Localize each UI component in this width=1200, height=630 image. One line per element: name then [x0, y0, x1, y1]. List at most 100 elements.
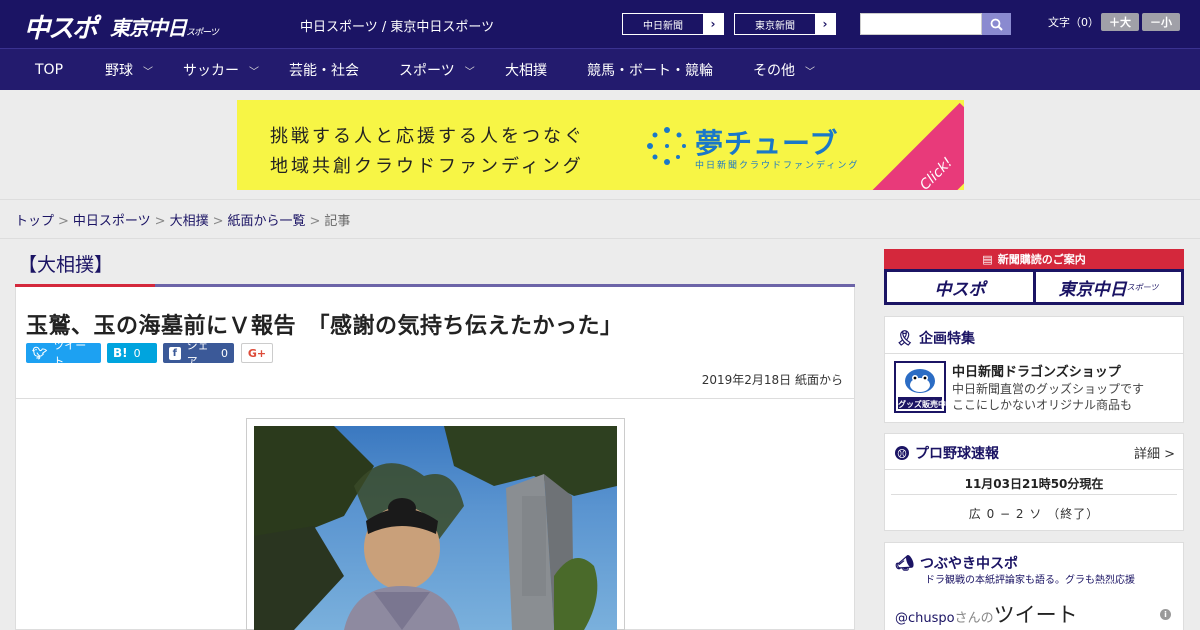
- breadcrumb-sep: >: [212, 214, 224, 229]
- subscribe-tokyo-label: 東京中日: [1058, 279, 1127, 300]
- search-icon: [990, 18, 1003, 31]
- google-plus-button[interactable]: G+: [241, 343, 273, 363]
- shop-desc-line: ここにしかないオリジナル商品も: [952, 398, 1133, 412]
- feature-title-text: 企画特集: [919, 331, 976, 347]
- font-smaller-button[interactable]: －小: [1142, 13, 1180, 31]
- click-ribbon: [867, 102, 964, 190]
- chevron-right-icon: ›: [703, 14, 723, 34]
- banner-line2: 地域共創クラウドファンディング: [270, 156, 584, 177]
- font-size-label: 文字（0）: [1048, 16, 1099, 29]
- hatena-b-icon: B!: [113, 346, 128, 360]
- header-sites-text: 中日スポーツ / 東京中日スポーツ: [300, 20, 495, 35]
- article-divider: [16, 398, 854, 399]
- breadcrumb-sumo[interactable]: 大相撲: [170, 214, 209, 229]
- subscription-title: 新聞購読のご案内: [997, 253, 1086, 266]
- nav-item-baseball[interactable]: 野球 ﹀: [105, 49, 153, 91]
- breadcrumb-divider: [0, 238, 1200, 239]
- google-plus-icon: G+: [247, 346, 267, 360]
- category-underline-accent: [15, 284, 155, 287]
- nav-label: 大相撲: [505, 63, 547, 79]
- chunichi-shimbun-label: 中日新聞: [643, 20, 683, 32]
- facebook-share-button[interactable]: f シェア 0: [163, 339, 234, 368]
- chevron-down-icon: ﹀: [249, 66, 259, 78]
- twitter-bird-icon: 🐦︎: [32, 346, 48, 360]
- nav-item-racing[interactable]: 競馬・ボート・競輪: [587, 49, 713, 91]
- chevron-down-icon: ﹀: [464, 66, 475, 78]
- hatena-bookmark-button[interactable]: B! 0: [107, 343, 157, 363]
- article-dateline: 2019年2月18日 紙面から: [701, 373, 843, 387]
- chuspo-logo[interactable]: 中スポ: [24, 8, 98, 45]
- subscribe-tokyo-button[interactable]: 東京中日 スポーツ: [1036, 272, 1181, 302]
- baseball-title-text: プロ野球速報: [915, 446, 999, 462]
- newspaper-icon: ▤: [982, 252, 993, 266]
- tweet-button[interactable]: 🐦︎ ツイート: [26, 339, 101, 368]
- nav-item-top[interactable]: TOP: [35, 49, 63, 91]
- article-headline: 玉鷲、玉の海墓前にＶ報告 「感謝の気持ち伝えたかった」: [26, 314, 623, 339]
- nav-item-soccer[interactable]: サッカー ﹀: [183, 49, 259, 91]
- dragons-shop-link[interactable]: 中日新聞ドラゴンズショップ: [952, 361, 1121, 380]
- nav-label: 競馬・ボート・競輪: [587, 63, 713, 79]
- twitter-handle[interactable]: @chuspo: [895, 611, 955, 626]
- baseball-title: ⚾︎ プロ野球速報: [895, 443, 999, 463]
- nav-item-sumo[interactable]: 大相撲: [505, 49, 547, 91]
- tweet-header: @chuspoさんのツイート: [895, 599, 1078, 629]
- tweet-heading: ツイート: [993, 603, 1078, 627]
- feature-divider: [885, 353, 1183, 354]
- tweet-box-title: 📣︎ つぶやき中スポ: [895, 553, 1018, 573]
- chevron-down-icon: ﹀: [143, 66, 153, 78]
- tokyo-logo-text: 東京中日: [110, 16, 187, 40]
- nav-item-entertainment[interactable]: 芸能・社会: [289, 49, 359, 91]
- shop-desc-line: 中日新聞直営のグッズショップです: [952, 382, 1145, 396]
- chevron-down-icon: ﹀: [805, 66, 815, 78]
- tokyo-logo-small: スポーツ: [186, 28, 219, 38]
- subscribe-chuspo-button[interactable]: 中スポ: [887, 272, 1033, 302]
- subscription-box: ▤ 新聞購読のご案内 中スポ 東京中日 スポーツ: [884, 249, 1184, 305]
- info-icon[interactable]: i: [1160, 609, 1171, 620]
- nav-item-sports[interactable]: スポーツ ﹀: [399, 49, 475, 91]
- score-timestamp: 11月03日21時50分現在: [964, 477, 1104, 491]
- ribbon-icon: 🎗︎: [895, 329, 915, 347]
- tweet-san: さんの: [954, 611, 994, 626]
- banner-brand-sub: 中日新聞クラウドファンディング: [695, 161, 860, 171]
- baseball-score-box: ⚾︎ プロ野球速報 詳細 > 11月03日21時50分現在 広 0 − 2 ソ （…: [884, 433, 1184, 531]
- breadcrumb: トップ > 中日スポーツ > 大相撲 > 紙面から一覧 > 記事: [15, 210, 350, 229]
- article-photo[interactable]: [254, 426, 617, 630]
- game-score[interactable]: 広 0 − 2 ソ （終了）: [885, 505, 1183, 522]
- megaphone-icon: 📣︎: [895, 554, 915, 572]
- subscription-header: ▤ 新聞購読のご案内: [884, 249, 1184, 269]
- feature-box: 🎗︎ 企画特集 グッズ販売中 中日新聞ドラゴンズショップ 中日新聞直営のグッズショ…: [884, 316, 1184, 423]
- breadcrumb-chuspo[interactable]: 中日スポーツ: [73, 214, 151, 229]
- subscribe-tokyo-small: スポーツ: [1126, 282, 1159, 292]
- baseball-detail-link[interactable]: 詳細 >: [1134, 443, 1175, 462]
- feature-title: 🎗︎ 企画特集: [895, 328, 975, 348]
- article-category[interactable]: 【大相撲】: [18, 250, 113, 277]
- site-header: 中スポ 東京中日スポーツ 中日スポーツ / 東京中日スポーツ 中日新聞 › 東京…: [0, 0, 1200, 48]
- tokyo-shimbun-button[interactable]: 東京新聞 ›: [734, 13, 836, 35]
- breadcrumb-sep: >: [309, 214, 321, 229]
- crowdfunding-banner[interactable]: 挑戦する人と応援する人をつなぐ 地域共創クラウドファンディング 夢チューブ 中日…: [237, 100, 964, 190]
- dragons-shop-thumbnail[interactable]: グッズ販売中: [894, 361, 946, 413]
- hatena-count: 0: [133, 346, 141, 360]
- breadcrumb-top[interactable]: トップ: [15, 214, 54, 229]
- baseball-divider: [885, 469, 1183, 470]
- tokyo-chunichi-logo[interactable]: 東京中日スポーツ: [110, 12, 219, 41]
- nav-label: サッカー: [183, 63, 239, 79]
- banner-line1: 挑戦する人と応援する人をつなぐ: [270, 126, 585, 147]
- dots-logo-icon: [647, 127, 686, 165]
- breadcrumb-list[interactable]: 紙面から一覧: [228, 214, 306, 229]
- dragons-shop-desc: 中日新聞直営のグッズショップです ここにしかないオリジナル商品も: [952, 381, 1144, 413]
- tweet-label: ツイート: [53, 339, 87, 368]
- baseball-icon: ⚾︎: [895, 446, 909, 460]
- font-larger-button[interactable]: ＋大: [1101, 13, 1139, 31]
- search-button[interactable]: [982, 13, 1011, 35]
- nav-label: 芸能・社会: [289, 63, 359, 79]
- banner-brand: 夢チューブ: [695, 127, 839, 160]
- breadcrumb-current: 記事: [324, 214, 351, 229]
- search-input[interactable]: [860, 13, 982, 35]
- photo-scene: [254, 426, 617, 630]
- chunichi-shimbun-button[interactable]: 中日新聞 ›: [622, 13, 724, 35]
- nav-item-other[interactable]: その他 ﹀: [753, 49, 815, 91]
- tokyo-shimbun-label: 東京新聞: [755, 20, 795, 32]
- score-divider: [891, 494, 1177, 495]
- nav-label: 野球: [105, 63, 133, 79]
